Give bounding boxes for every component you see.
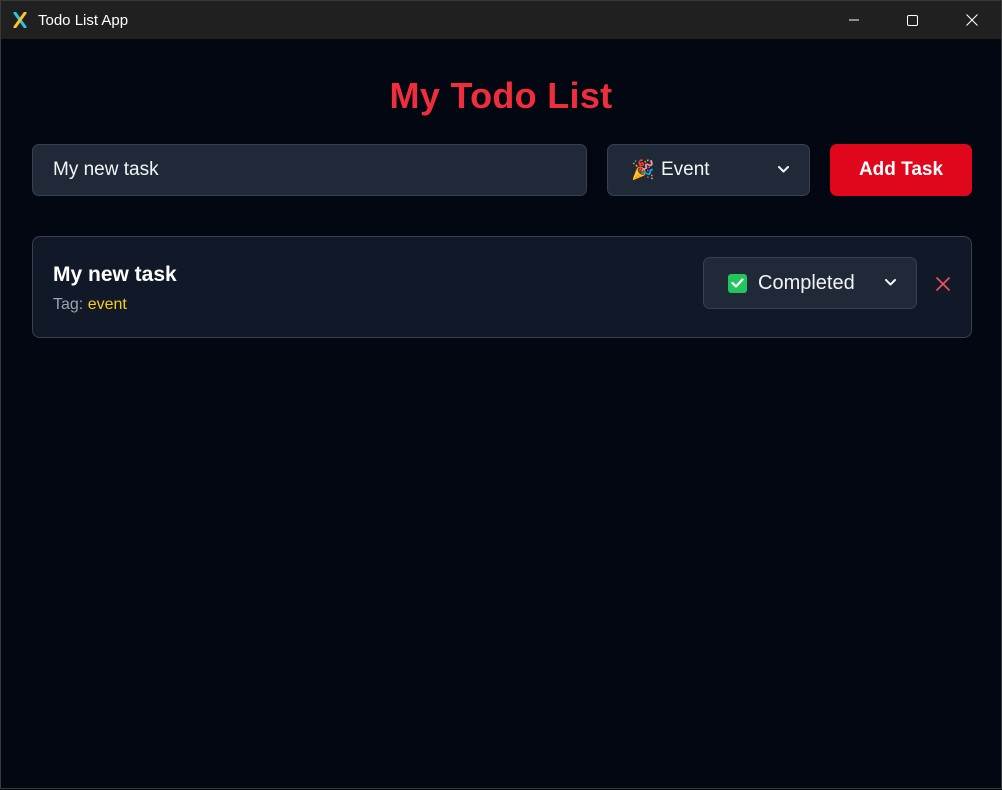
tag-select[interactable]: 🎉 Event xyxy=(607,144,810,196)
todo-tag-value: event xyxy=(87,296,127,313)
maximize-button[interactable] xyxy=(883,1,942,39)
app-content: My Todo List 🎉 Event Add Task My new tas… xyxy=(1,39,1001,790)
close-icon xyxy=(965,14,978,26)
minimize-button[interactable] xyxy=(824,1,883,39)
close-window-button[interactable] xyxy=(942,1,1001,39)
minimize-icon xyxy=(848,19,859,21)
task-input[interactable] xyxy=(32,144,587,196)
page-title: My Todo List xyxy=(389,75,613,116)
window-title: Todo List App xyxy=(38,11,129,29)
todo-tag: Tag: event xyxy=(53,296,127,314)
maximize-icon xyxy=(907,14,918,26)
delete-todo-button[interactable] xyxy=(933,274,953,294)
title-bar: Todo List App xyxy=(1,1,1001,39)
app-icon xyxy=(12,12,28,28)
todo-list: My new task Tag: event Completed xyxy=(32,236,972,338)
chevron-down-icon xyxy=(778,166,789,173)
delete-x-icon xyxy=(936,277,950,291)
window-controls xyxy=(824,1,1001,39)
add-task-button[interactable]: Add Task xyxy=(830,144,972,196)
todo-tag-prefix: Tag: xyxy=(53,296,84,313)
party-popper-icon: 🎉 xyxy=(631,160,655,181)
chevron-down-icon xyxy=(885,279,896,286)
todo-title: My new task xyxy=(53,263,177,286)
app-window: Todo List App My Todo List My new task 🎉… xyxy=(0,0,1002,789)
tag-select-value: Event xyxy=(661,159,710,180)
status-select[interactable]: Completed xyxy=(703,257,917,309)
todo-item: My new task Tag: event Completed xyxy=(32,236,972,338)
status-select-value: Completed xyxy=(758,271,855,294)
check-box-icon xyxy=(728,273,747,293)
